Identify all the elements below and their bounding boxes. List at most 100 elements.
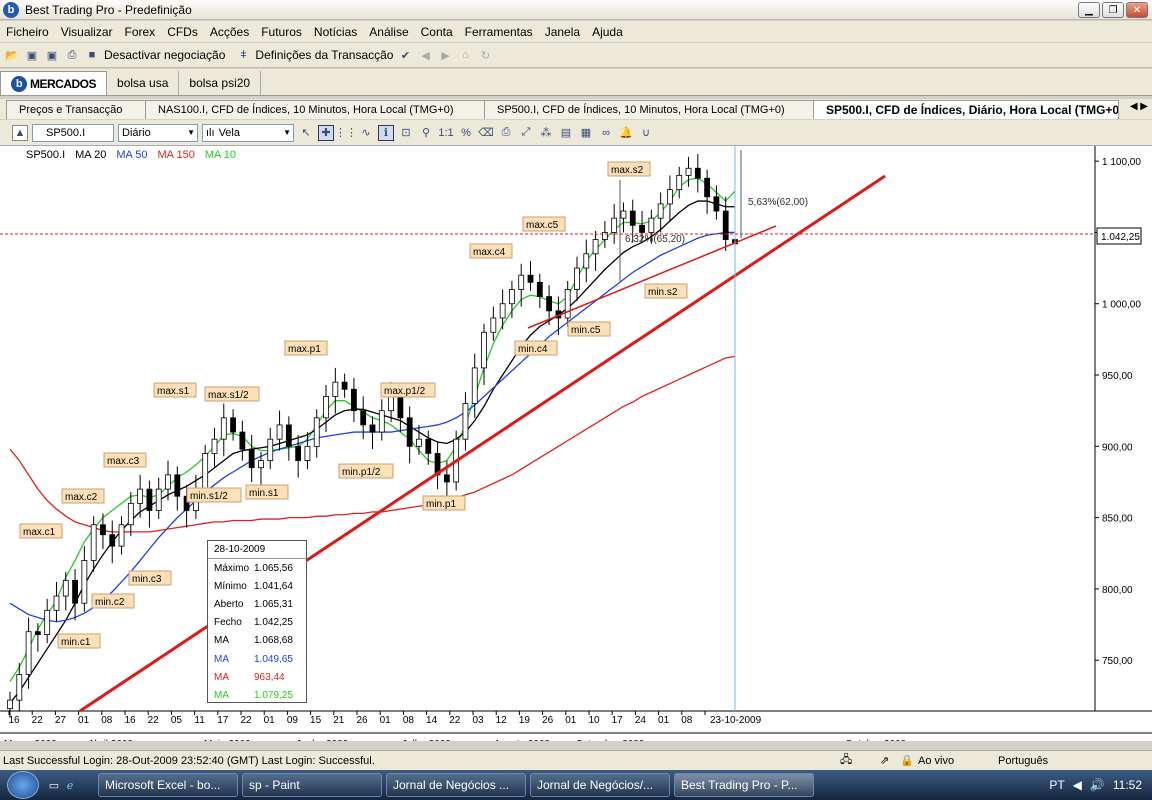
candle-body	[100, 524, 106, 536]
expand-icon[interactable]: ⤢	[518, 125, 534, 141]
taskbar-item-jornal1[interactable]: Jornal de Negócios ...	[386, 773, 526, 797]
menu-tools[interactable]: Ferramentas	[459, 25, 539, 39]
deactivate-trading-button[interactable]: Desactivar negociação	[104, 48, 225, 62]
menu-futures[interactable]: Futuros	[255, 25, 308, 39]
price-chart[interactable]: 1 100,001 050,001 000,00950,00900,00850,…	[0, 146, 1152, 741]
candle-body	[109, 534, 116, 547]
menu-cfds[interactable]: CFDs	[161, 25, 204, 39]
ie-quicklaunch-icon[interactable]: ℯ	[62, 777, 78, 793]
tab-bolsa-usa[interactable]: bolsa usa	[107, 71, 180, 95]
menu-analysis[interactable]: Análise	[363, 25, 414, 39]
time-tick-label: 01	[565, 715, 577, 726]
legend-ma150[interactable]: MA 150	[158, 149, 195, 161]
save-icon[interactable]: ▣	[24, 47, 40, 63]
grid-icon[interactable]: ⋮⋮	[335, 125, 357, 141]
annotation-label: max.c3	[107, 456, 140, 467]
home-icon[interactable]: ⌂	[457, 47, 473, 63]
chart-options-icon[interactable]: ⊡	[398, 125, 414, 141]
show-desktop-icon[interactable]: ▭	[46, 777, 62, 793]
legend-ma20[interactable]: MA 20	[75, 149, 106, 161]
menu-file[interactable]: Ficheiro	[0, 25, 55, 39]
crosshair-icon[interactable]: ✚	[318, 124, 334, 141]
chart-panel[interactable]: 1 100,001 050,001 000,00950,00900,00850,…	[0, 146, 1152, 741]
window-icon[interactable]: ▤	[558, 125, 574, 141]
refresh-icon[interactable]: ↻	[477, 47, 493, 63]
tab-bolsa-psi20[interactable]: bolsa psi20	[179, 71, 262, 95]
menu-help[interactable]: Ajuda	[586, 25, 629, 39]
tray-arrow-icon[interactable]: ◀	[1073, 778, 1082, 792]
language-indicator[interactable]: PT	[1049, 778, 1064, 792]
eraser-icon[interactable]: ⌫	[478, 125, 494, 141]
candle-body	[481, 331, 487, 369]
start-button[interactable]	[0, 770, 46, 800]
candle-body	[416, 438, 422, 447]
zoom-icon[interactable]: ⚲	[418, 125, 434, 141]
link-icon[interactable]: ∞	[598, 125, 614, 141]
signal-icon[interactable]: ⇗	[880, 754, 900, 767]
symbol-field[interactable]: SP500.I	[32, 123, 114, 142]
taskbar-item-besttrading[interactable]: Best Trading Pro - P...	[674, 773, 814, 797]
legend-ma50[interactable]: MA 50	[116, 149, 147, 161]
one-to-one-icon[interactable]: 1:1	[438, 125, 454, 141]
print-icon[interactable]: ⎙	[64, 47, 80, 63]
taskbar-item-jornal2[interactable]: Jornal de Negócios/...	[530, 773, 670, 797]
minimize-button[interactable]: ▁	[1078, 2, 1100, 18]
magnet-icon[interactable]: ∪	[638, 125, 654, 141]
layers-icon[interactable]: ▦	[578, 125, 594, 141]
print-chart-icon[interactable]: ⎙	[498, 125, 514, 141]
tab-sp500-daily[interactable]: SP500.I, CFD de Índices, Diário, Hora Lo…	[813, 100, 1119, 119]
measure-label: 5,63%(62,00)	[748, 197, 808, 208]
tab-markets[interactable]: b MERCADOS	[0, 71, 108, 95]
time-tick-label: 23-10-2009	[710, 715, 762, 726]
candle-body	[137, 488, 144, 504]
period-select[interactable]: Diário ▼	[118, 123, 198, 142]
collapse-up-icon[interactable]: ▲	[12, 124, 28, 141]
menu-view[interactable]: Visualizar	[55, 25, 119, 39]
time-tick-label: 17	[612, 715, 624, 726]
legend-ma10[interactable]: MA 10	[205, 149, 236, 161]
checkmark-icon[interactable]: ✔	[397, 47, 413, 63]
menu-window[interactable]: Janela	[539, 25, 586, 39]
pointer-icon[interactable]: ↖	[298, 125, 314, 141]
month-label: Junho 2009	[296, 739, 349, 741]
menu-account[interactable]: Conta	[415, 25, 459, 39]
taskbar-item-paint[interactable]: sp - Paint	[242, 773, 382, 797]
info-icon[interactable]: ℹ	[378, 124, 394, 141]
tab-sp500-10min[interactable]: SP500.I, CFD de Índices, 10 Minutos, Hor…	[484, 100, 814, 119]
alert-bell-icon[interactable]: 🔔	[618, 125, 634, 141]
menu-news[interactable]: Notícias	[308, 25, 363, 39]
jornal1-label: Jornal de Negócios ...	[393, 778, 510, 792]
tab-prices-transactions[interactable]: Preços e Transacção	[6, 100, 146, 119]
chart-type-select[interactable]: ılı Vela ▼	[202, 123, 294, 142]
tab-nas100-label: NAS100.I, CFD de Índices, 10 Minutos, Ho…	[158, 104, 454, 116]
chart-tabs: Preços e Transacção NAS100.I, CFD de Índ…	[0, 99, 1152, 119]
volume-icon[interactable]: 🔊	[1090, 778, 1105, 792]
legend-symbol[interactable]: SP500.I	[26, 149, 65, 161]
forward-icon[interactable]: ▶	[437, 47, 453, 63]
percent-icon[interactable]: %	[458, 125, 474, 141]
connection-icon[interactable]: 🖧	[840, 751, 880, 770]
close-button[interactable]: ✕	[1126, 2, 1148, 18]
restore-button[interactable]: ❐	[1102, 2, 1124, 18]
back-icon[interactable]: ◀	[417, 47, 433, 63]
language-status[interactable]: Português	[998, 755, 1048, 767]
clock[interactable]: 11:52	[1113, 778, 1142, 792]
time-tick-label: 01	[78, 715, 90, 726]
menu-stocks[interactable]: Acções	[204, 25, 255, 39]
open-folder-icon[interactable]: 📂	[4, 47, 20, 63]
candle-body	[72, 579, 78, 604]
candle-body	[629, 210, 636, 226]
tab-nas100-10min[interactable]: NAS100.I, CFD de Índices, 10 Minutos, Ho…	[145, 100, 485, 119]
save-as-icon[interactable]: ▣	[44, 47, 60, 63]
transaction-settings-button[interactable]: Definições da Transacção	[255, 48, 393, 62]
transaction-settings-icon[interactable]: ǂ	[235, 47, 251, 63]
taskbar-item-excel[interactable]: Microsoft Excel - bo...	[98, 773, 238, 797]
candle-body	[425, 438, 432, 454]
tab-scroll-arrows-icon[interactable]: ◀ ▶	[1130, 101, 1148, 112]
stop-trading-icon[interactable]: ■	[84, 47, 100, 63]
time-tick-label: 14	[426, 715, 438, 726]
tree-icon[interactable]: ⁂	[538, 125, 554, 141]
menu-forex[interactable]: Forex	[119, 25, 162, 39]
tab-markets-label: MERCADOS	[30, 76, 97, 91]
indicator-icon[interactable]: ∿	[358, 125, 374, 141]
